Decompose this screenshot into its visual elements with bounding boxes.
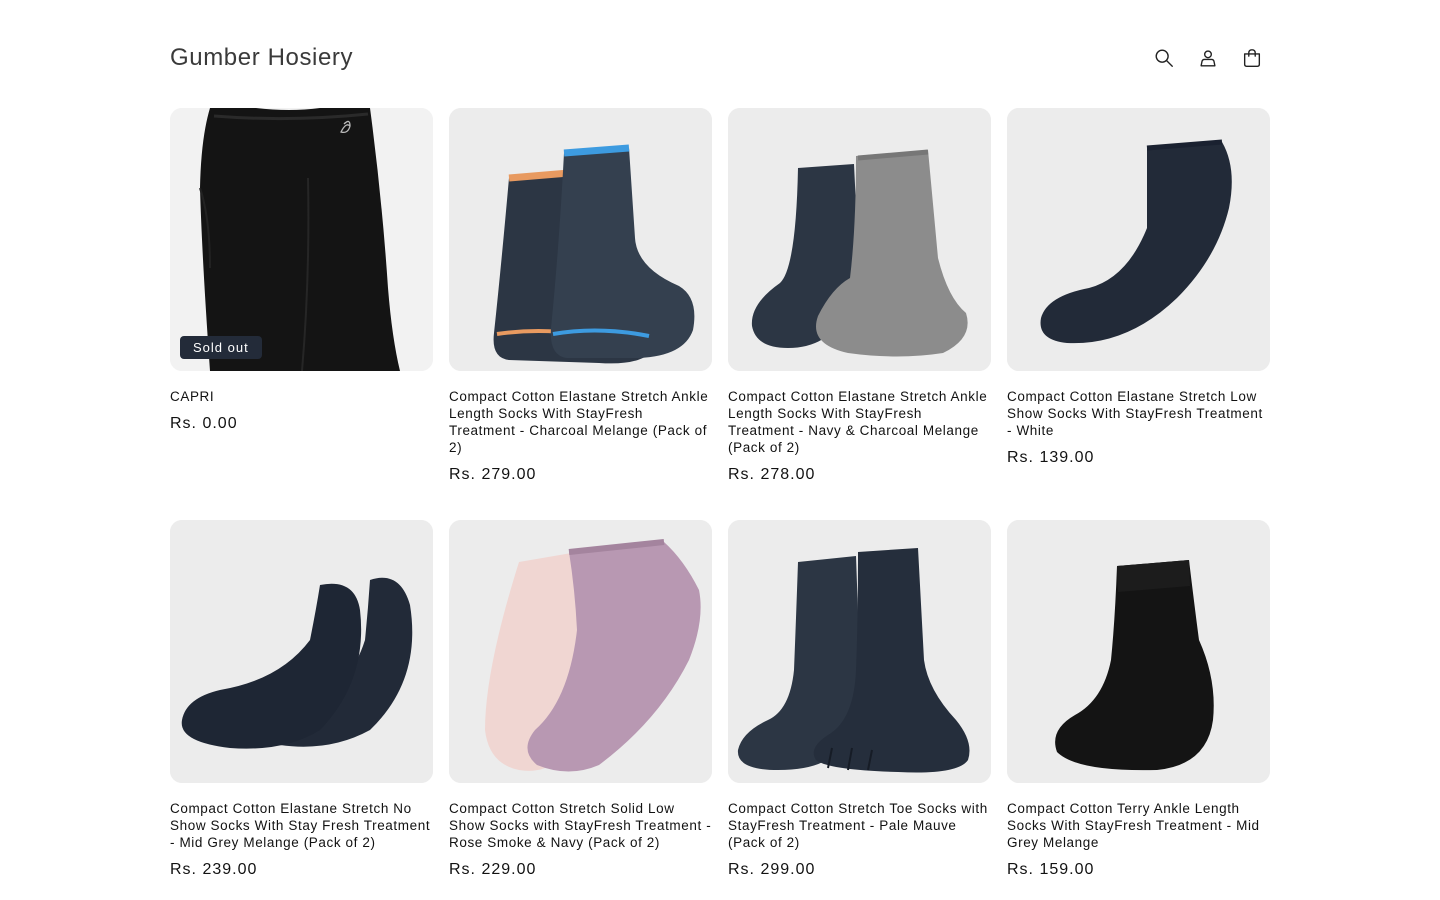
no-show-socks-image — [170, 520, 433, 783]
product-card[interactable]: Compact Cotton Stretch Toe Socks with St… — [728, 520, 991, 900]
product-image[interactable] — [170, 520, 433, 783]
product-price: Rs. 278.00 — [728, 466, 816, 483]
product-title[interactable]: Compact Cotton Stretch Solid Low Show So… — [449, 800, 712, 851]
search-icon[interactable] — [1150, 36, 1178, 80]
product-grid: Sold out CAPRI Rs. 0.00 Compact Cotton E… — [170, 108, 1270, 900]
product-price: Rs. 279.00 — [449, 466, 537, 483]
ankle-socks-navy-charcoal-image — [728, 108, 991, 371]
capri-pants-image — [170, 108, 433, 371]
product-title[interactable]: CAPRI — [170, 388, 433, 405]
product-image[interactable] — [728, 520, 991, 783]
product-image[interactable] — [449, 520, 712, 783]
ankle-socks-charcoal-image — [449, 108, 712, 371]
terry-ankle-sock-image — [1007, 520, 1270, 783]
header-icons — [1150, 36, 1266, 80]
product-price: Rs. 159.00 — [1007, 861, 1095, 878]
product-title[interactable]: Compact Cotton Terry Ankle Length Socks … — [1007, 800, 1270, 851]
product-price: Rs. 239.00 — [170, 861, 258, 878]
product-image[interactable] — [1007, 520, 1270, 783]
product-price: Rs. 139.00 — [1007, 449, 1095, 466]
product-card[interactable]: Compact Cotton Elastane Stretch Ankle Le… — [728, 108, 991, 520]
sold-out-badge: Sold out — [180, 336, 262, 359]
product-image[interactable]: Sold out — [170, 108, 433, 371]
low-show-sock-image — [1007, 108, 1270, 371]
store-logo[interactable]: Gumber Hosiery — [170, 44, 353, 72]
product-card[interactable]: Sold out CAPRI Rs. 0.00 — [170, 108, 433, 520]
site-header: Gumber Hosiery — [170, 36, 1270, 80]
product-title[interactable]: Compact Cotton Elastane Stretch No Show … — [170, 800, 433, 851]
cart-icon[interactable] — [1238, 36, 1266, 80]
product-image[interactable] — [728, 108, 991, 371]
product-image[interactable] — [449, 108, 712, 371]
product-price: Rs. 299.00 — [728, 861, 816, 878]
product-card[interactable]: Compact Cotton Terry Ankle Length Socks … — [1007, 520, 1270, 900]
product-image[interactable] — [1007, 108, 1270, 371]
product-card[interactable]: Compact Cotton Stretch Solid Low Show So… — [449, 520, 712, 900]
product-title[interactable]: Compact Cotton Elastane Stretch Ankle Le… — [728, 388, 991, 456]
product-price: Rs. 0.00 — [170, 415, 238, 432]
account-icon[interactable] — [1194, 36, 1222, 80]
product-title[interactable]: Compact Cotton Elastane Stretch Low Show… — [1007, 388, 1270, 439]
product-title[interactable]: Compact Cotton Elastane Stretch Ankle Le… — [449, 388, 712, 456]
product-card[interactable]: Compact Cotton Elastane Stretch No Show … — [170, 520, 433, 900]
product-card[interactable]: Compact Cotton Elastane Stretch Low Show… — [1007, 108, 1270, 520]
product-price: Rs. 229.00 — [449, 861, 537, 878]
product-card[interactable]: Compact Cotton Elastane Stretch Ankle Le… — [449, 108, 712, 520]
product-title[interactable]: Compact Cotton Stretch Toe Socks with St… — [728, 800, 991, 851]
low-show-socks-rose-image — [449, 520, 712, 783]
toe-socks-image — [728, 520, 991, 783]
